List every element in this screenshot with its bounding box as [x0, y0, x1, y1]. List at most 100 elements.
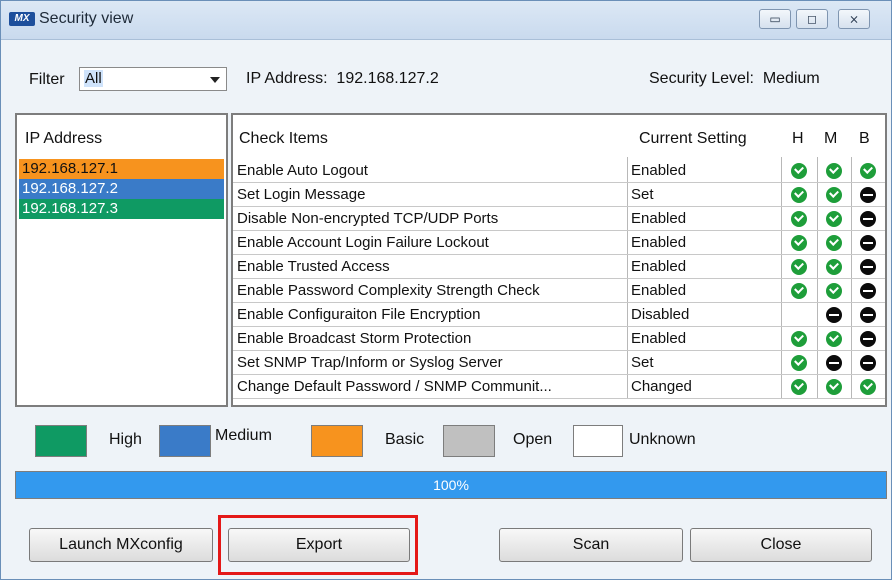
table-row: Enable Broadcast Storm Protection Enabled — [233, 327, 885, 351]
table-row: Enable Auto Logout Enabled — [233, 159, 885, 183]
ip-list-item[interactable]: 192.168.127.1 — [19, 159, 224, 179]
check-pass-icon — [791, 187, 807, 203]
table-row: Change Default Password / SNMP Communit.… — [233, 375, 885, 399]
chevron-down-icon — [210, 77, 220, 83]
table-row: Set Login Message Set — [233, 183, 885, 207]
row-divider — [233, 398, 885, 399]
legend-label-open: Open — [513, 431, 553, 448]
check-pass-icon — [860, 379, 876, 395]
security-level-value: Medium — [762, 70, 820, 87]
check-pass-icon — [826, 187, 842, 203]
check-item-name: Enable Auto Logout — [237, 162, 368, 179]
check-fail-icon — [860, 259, 876, 275]
check-pass-icon — [860, 163, 876, 179]
check-item-name: Change Default Password / SNMP Communit.… — [237, 378, 552, 395]
legend-label-high: High — [109, 431, 142, 448]
filter-selected-value: All — [84, 70, 103, 87]
check-pass-icon — [791, 355, 807, 371]
check-pass-icon — [791, 331, 807, 347]
check-pass-icon — [826, 259, 842, 275]
table-row: Enable Account Login Failure Lockout Enab… — [233, 231, 885, 255]
ip-address-label: IP Address: — [246, 70, 328, 87]
filter-dropdown[interactable]: All — [79, 67, 227, 91]
check-pass-icon — [791, 379, 807, 395]
check-item-name: Disable Non-encrypted TCP/UDP Ports — [237, 210, 499, 227]
legend-swatch-medium — [159, 425, 211, 457]
check-fail-icon — [860, 331, 876, 347]
legend-swatch-open — [443, 425, 495, 457]
legend-swatch-basic — [311, 425, 363, 457]
current-setting-value: Enabled — [631, 234, 687, 251]
legend-label-unknown: Unknown — [629, 431, 696, 448]
ip-address-value: 192.168.127.2 — [336, 70, 439, 87]
check-item-name: Enable Configuraiton File Encryption — [237, 306, 481, 323]
security-level-summary: Security Level: Medium — [649, 70, 820, 88]
check-pass-icon — [791, 259, 807, 275]
current-setting-value: Set — [631, 186, 654, 203]
current-setting-value: Enabled — [631, 258, 687, 275]
check-fail-icon — [826, 355, 842, 371]
table-row: Enable Configuraiton File Encryption Disa… — [233, 303, 885, 327]
table-row: Set SNMP Trap/Inform or Syslog Server Set — [233, 351, 885, 375]
filter-label: Filter — [29, 71, 65, 88]
current-setting-value: Changed — [631, 378, 692, 395]
scan-button[interactable]: Scan — [499, 528, 683, 562]
launch-mxconfig-button[interactable]: Launch MXconfig — [29, 528, 213, 562]
check-fail-icon — [860, 307, 876, 323]
check-pass-icon — [826, 379, 842, 395]
legend-label-medium: Medium — [215, 427, 272, 444]
current-setting-value: Enabled — [631, 282, 687, 299]
current-setting-value: Disabled — [631, 306, 690, 323]
check-fail-icon — [860, 211, 876, 227]
window-title: Security view — [39, 10, 134, 27]
check-pass-icon — [826, 163, 842, 179]
ip-list-header: IP Address — [25, 130, 103, 147]
check-fail-icon — [860, 355, 876, 371]
export-button[interactable]: Export — [228, 528, 410, 562]
progress-text: 100% — [433, 477, 469, 493]
check-item-name: Set SNMP Trap/Inform or Syslog Server — [237, 354, 503, 371]
check-items-table: Check Items Current Setting H M B Enable… — [231, 113, 887, 407]
current-setting-value: Enabled — [631, 210, 687, 227]
check-fail-icon — [860, 235, 876, 251]
title-bar[interactable]: MX Security view ▭ ◻ ⨯ — [1, 1, 891, 40]
check-fail-icon — [860, 187, 876, 203]
security-view-window: MX Security view ▭ ◻ ⨯ Filter All IP Add… — [0, 0, 892, 580]
minimize-button[interactable]: ▭ — [759, 9, 791, 29]
current-setting-value: Enabled — [631, 330, 687, 347]
check-pass-icon — [791, 163, 807, 179]
check-item-name: Enable Password Complexity Strength Chec… — [237, 282, 540, 299]
ip-list-item[interactable]: 192.168.127.3 — [19, 199, 224, 219]
ip-list-item[interactable]: 192.168.127.2 — [19, 179, 224, 199]
close-icon: ⨯ — [848, 12, 860, 26]
level-h-header: H — [792, 130, 804, 147]
check-item-name: Enable Account Login Failure Lockout — [237, 234, 489, 251]
check-fail-icon — [860, 283, 876, 299]
current-setting-value: Enabled — [631, 162, 687, 179]
check-item-name: Enable Broadcast Storm Protection — [237, 330, 472, 347]
maximize-icon: ◻ — [807, 12, 817, 26]
filter-row: Filter All IP Address: 192.168.127.2 Sec… — [1, 41, 891, 105]
check-item-name: Enable Trusted Access — [237, 258, 390, 275]
check-pass-icon — [826, 235, 842, 251]
table-row: Enable Trusted Access Enabled — [233, 255, 885, 279]
table-row: Disable Non-encrypted TCP/UDP Ports Enabl… — [233, 207, 885, 231]
close-button[interactable]: Close — [690, 528, 872, 562]
check-item-name: Set Login Message — [237, 186, 366, 203]
maximize-button[interactable]: ◻ — [796, 9, 828, 29]
current-setting-header: Current Setting — [639, 130, 747, 147]
legend-swatch-high — [35, 425, 87, 457]
check-items-header: Check Items — [239, 130, 328, 147]
check-pass-icon — [791, 235, 807, 251]
check-pass-icon — [826, 283, 842, 299]
scan-progress-bar: 100% — [15, 471, 887, 499]
legend-swatch-unknown — [573, 425, 623, 457]
legend-label-basic: Basic — [385, 431, 425, 448]
mx-app-icon: MX — [9, 12, 35, 26]
check-fail-icon — [826, 307, 842, 323]
minimize-icon: ▭ — [769, 12, 781, 26]
ip-address-summary: IP Address: 192.168.127.2 — [246, 70, 439, 88]
close-window-button[interactable]: ⨯ — [838, 9, 870, 29]
security-level-label: Security Level: — [649, 70, 754, 87]
check-pass-icon — [791, 283, 807, 299]
